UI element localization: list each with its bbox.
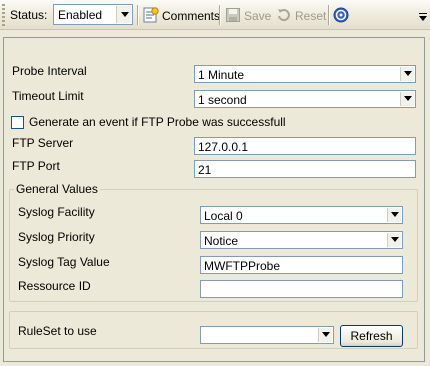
ftp-port-field[interactable]: 21 (194, 160, 416, 178)
chevron-down-icon[interactable] (387, 208, 401, 222)
ruleset-select[interactable] (200, 326, 334, 344)
toolbar-separator (219, 5, 221, 25)
resource-id-field[interactable] (200, 280, 403, 298)
probe-interval-label: Probe Interval (12, 64, 87, 78)
syslog-priority-value: Notice (204, 234, 239, 248)
toolbar-grip[interactable] (2, 4, 5, 26)
help-icon (333, 7, 349, 23)
comments-button[interactable]: Comments (143, 4, 220, 26)
ftp-port-label: FTP Port (12, 159, 60, 173)
toolbar-overflow-button[interactable] (417, 0, 428, 28)
chevron-down-icon[interactable] (116, 6, 131, 23)
ftp-server-label: FTP Server (12, 136, 74, 150)
reset-label: Reset (295, 9, 327, 23)
comments-icon (143, 7, 159, 23)
timeout-limit-label: Timeout Limit (12, 89, 84, 103)
probe-interval-select[interactable]: 1 Minute (194, 65, 416, 83)
reset-icon (278, 9, 290, 22)
syslog-priority-label: Syslog Priority (18, 230, 95, 244)
chevron-down-icon[interactable] (318, 328, 332, 342)
ruleset-group: RuleSet to use Refresh (9, 311, 418, 349)
syslog-tag-label: Syslog Tag Value (18, 255, 110, 269)
probe-interval-value: 1 Minute (198, 68, 245, 82)
timeout-limit-select[interactable]: 1 second (194, 90, 416, 108)
reset-button[interactable]: Reset (276, 4, 326, 26)
chevron-down-icon[interactable] (400, 92, 414, 106)
event-checkbox[interactable] (11, 116, 24, 129)
status-select-value: Enabled (58, 8, 103, 22)
timeout-limit-value: 1 second (198, 93, 247, 107)
chevron-down-icon[interactable] (387, 233, 401, 247)
ruleset-label: RuleSet to use (18, 324, 97, 338)
save-button[interactable]: Save (225, 4, 271, 26)
ftp-server-field[interactable]: 127.0.0.1 (194, 137, 416, 155)
syslog-facility-value: Local 0 (204, 209, 243, 223)
toolbar-separator (328, 5, 330, 25)
toolbar-separator (137, 5, 139, 25)
chevron-down-icon[interactable] (400, 67, 414, 81)
save-label: Save (244, 9, 272, 23)
resource-id-label: Ressource ID (18, 279, 91, 293)
status-label: Status: (10, 8, 48, 22)
probe-settings-panel: Probe Interval 1 Minute Timeout Limit 1 … (3, 37, 425, 362)
syslog-facility-label: Syslog Facility (18, 205, 95, 219)
event-checkbox-label: Generate an event if FTP Probe was succe… (29, 115, 286, 129)
help-button[interactable] (333, 4, 352, 26)
syslog-priority-select[interactable]: Notice (200, 231, 403, 249)
comments-label: Comments (162, 9, 221, 23)
status-select[interactable]: Enabled (53, 4, 133, 25)
refresh-button[interactable]: Refresh (340, 325, 403, 347)
syslog-facility-select[interactable]: Local 0 (200, 206, 403, 224)
general-values-legend: General Values (14, 182, 100, 196)
syslog-tag-field[interactable]: MWFTPProbe (200, 256, 403, 274)
general-values-group: General Values Syslog Facility Local 0 S… (9, 182, 418, 302)
toolbar: Status: Enabled Comments Save Reset (0, 0, 430, 30)
save-icon (226, 8, 240, 22)
